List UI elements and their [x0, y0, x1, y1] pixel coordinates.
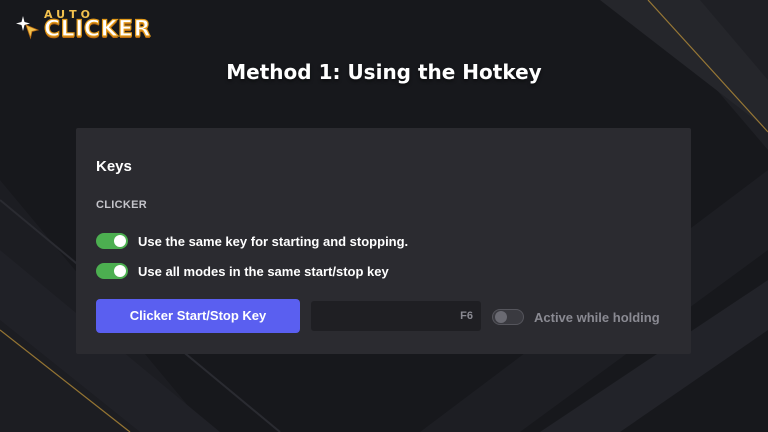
auto-clicker-logo: AUTO CLICKER	[14, 6, 164, 42]
active-while-holding-row[interactable]: Active while holding	[492, 307, 660, 327]
clicker-start-stop-key-button[interactable]: Clicker Start/Stop Key	[96, 299, 300, 333]
hotkey-field[interactable]: F6	[311, 301, 481, 331]
same-key-toggle[interactable]	[96, 233, 128, 249]
logo-text-clicker: CLICKER	[43, 17, 152, 42]
panel-title: Keys	[96, 158, 132, 175]
active-while-holding-toggle[interactable]	[492, 309, 524, 325]
toggle-knob	[495, 311, 507, 323]
toggle-knob	[114, 235, 126, 247]
section-label-clicker: CLICKER	[96, 199, 147, 211]
all-modes-toggle-row[interactable]: Use all modes in the same start/stop key	[96, 261, 389, 281]
all-modes-toggle[interactable]	[96, 263, 128, 279]
sparkle-cursor-icon	[16, 16, 40, 40]
same-key-toggle-row[interactable]: Use the same key for starting and stoppi…	[96, 231, 408, 251]
all-modes-toggle-label: Use all modes in the same start/stop key	[138, 263, 389, 279]
keys-settings-panel: Keys CLICKER Use the same key for starti…	[76, 128, 691, 354]
active-while-holding-label: Active while holding	[534, 309, 660, 325]
page-heading: Method 1: Using the Hotkey	[226, 60, 542, 84]
same-key-toggle-label: Use the same key for starting and stoppi…	[138, 233, 409, 249]
toggle-knob	[114, 265, 126, 277]
